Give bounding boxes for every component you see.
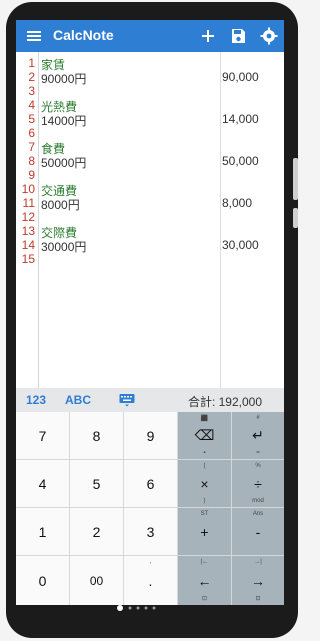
divide-label: ÷ [254, 475, 262, 492]
line-number: 12 [21, 210, 35, 224]
backspace-key[interactable]: ⬛ ⌫ ▪ [178, 412, 231, 459]
line-result: 8,000 [222, 196, 253, 210]
key-alt-label: →| [254, 559, 262, 565]
minus-label: - [255, 523, 261, 540]
line-number: 13 [21, 224, 35, 238]
line-result: 50,000 [222, 154, 259, 168]
line-number: 14 [21, 238, 35, 252]
backspace-icon: ⌫ [194, 427, 215, 443]
calc-keyboard: 7 8 9 ⬛ ⌫ ▪ # ↵ = 4 5 6 ( × ) % ÷ mod 1 … [16, 412, 284, 605]
key-0[interactable]: 0 [16, 556, 69, 605]
plus-label: + [200, 523, 209, 540]
minus-key[interactable]: Ans - [232, 508, 284, 555]
save-icon[interactable] [229, 27, 247, 45]
key-alt-label: ⊡ [201, 596, 208, 602]
note-line[interactable]: 14000円 [41, 112, 86, 129]
key-8[interactable]: 8 [70, 412, 123, 459]
key-alt-label: , [149, 559, 152, 565]
settings-icon[interactable] [260, 27, 278, 45]
line-number: 7 [28, 140, 35, 154]
line-number: 2 [28, 70, 35, 84]
total-sum: 合計: 192,000 [187, 395, 262, 409]
key-alt-label: |← [200, 559, 209, 565]
key-alt-label: ST [200, 511, 209, 517]
line-number: 4 [28, 98, 35, 112]
key-6[interactable]: 6 [124, 460, 177, 507]
menu-icon[interactable] [26, 28, 42, 44]
line-number: 11 [22, 196, 35, 210]
result-divider [220, 52, 221, 388]
line-number: 1 [28, 56, 35, 70]
line-result: 90,000 [222, 70, 259, 84]
note-line[interactable]: 30000円 [41, 238, 86, 255]
multiply-label: × [200, 475, 209, 492]
key-9[interactable]: 9 [124, 412, 177, 459]
app-bar: CalcNote [16, 20, 284, 52]
mode-123-button[interactable]: 123 [26, 393, 46, 407]
key-alt-label: ( [203, 463, 206, 469]
key-2[interactable]: 2 [70, 508, 123, 555]
key-7[interactable]: 7 [16, 412, 69, 459]
key-00[interactable]: 00 [70, 556, 123, 605]
key-decimal[interactable]: , . [124, 556, 177, 605]
volume-button [293, 158, 298, 200]
key-1[interactable]: 1 [16, 508, 69, 555]
add-icon[interactable] [199, 27, 217, 45]
keyboard-toolbar: 123 ABC 合計: 192,000 [16, 388, 284, 412]
key-3[interactable]: 3 [124, 508, 177, 555]
app-title: CalcNote [53, 27, 114, 43]
screen: CalcNote 1 2 3 4 5 6 7 8 9 10 11 12 13 1… [16, 20, 284, 605]
arrow-right-icon: → [251, 572, 265, 589]
line-number-gutter: 1 2 3 4 5 6 7 8 9 10 11 12 13 14 15 [16, 52, 39, 388]
note-line[interactable]: 90000円 [41, 70, 86, 87]
page-indicator [117, 605, 156, 611]
decimal-label: . [148, 572, 153, 589]
divide-key[interactable]: % ÷ mod [232, 460, 284, 507]
cursor-right-key[interactable]: →| → ⊡ [232, 556, 284, 605]
key-5[interactable]: 5 [70, 460, 123, 507]
line-result: 14,000 [222, 112, 259, 126]
key-alt-label: ⬛ [200, 416, 209, 422]
line-number: 6 [28, 126, 35, 140]
key-alt-label: = [256, 450, 260, 456]
line-number: 15 [21, 252, 35, 266]
key-alt-label: % [255, 463, 261, 469]
key-alt-label: ▪ [203, 450, 206, 456]
line-number: 9 [28, 168, 35, 182]
key-alt-label: ) [203, 498, 206, 504]
arrow-left-icon: ← [197, 572, 212, 589]
mode-abc-button[interactable]: ABC [65, 393, 91, 407]
multiply-key[interactable]: ( × ) [178, 460, 231, 507]
line-number: 3 [28, 84, 35, 98]
enter-icon: ↵ [252, 427, 264, 443]
enter-key[interactable]: # ↵ = [232, 412, 284, 459]
note-line[interactable]: 50000円 [41, 154, 86, 171]
note-line[interactable]: 8000円 [41, 196, 80, 213]
keyboard-icon[interactable] [119, 393, 135, 407]
key-alt-label: # [256, 415, 260, 421]
line-number: 8 [28, 154, 35, 168]
line-number: 5 [28, 112, 35, 126]
power-button [293, 208, 298, 228]
line-result: 30,000 [222, 238, 259, 252]
key-4[interactable]: 4 [16, 460, 69, 507]
cursor-left-key[interactable]: |← ← ⊡ [178, 556, 231, 605]
key-alt-label: Ans [252, 511, 264, 517]
key-alt-label: mod [252, 498, 264, 504]
plus-key[interactable]: ST + [178, 508, 231, 555]
note-editor[interactable]: 1 2 3 4 5 6 7 8 9 10 11 12 13 14 15 家賃 9… [16, 52, 284, 388]
key-alt-label: ⊡ [255, 596, 261, 602]
line-number: 10 [21, 182, 35, 196]
